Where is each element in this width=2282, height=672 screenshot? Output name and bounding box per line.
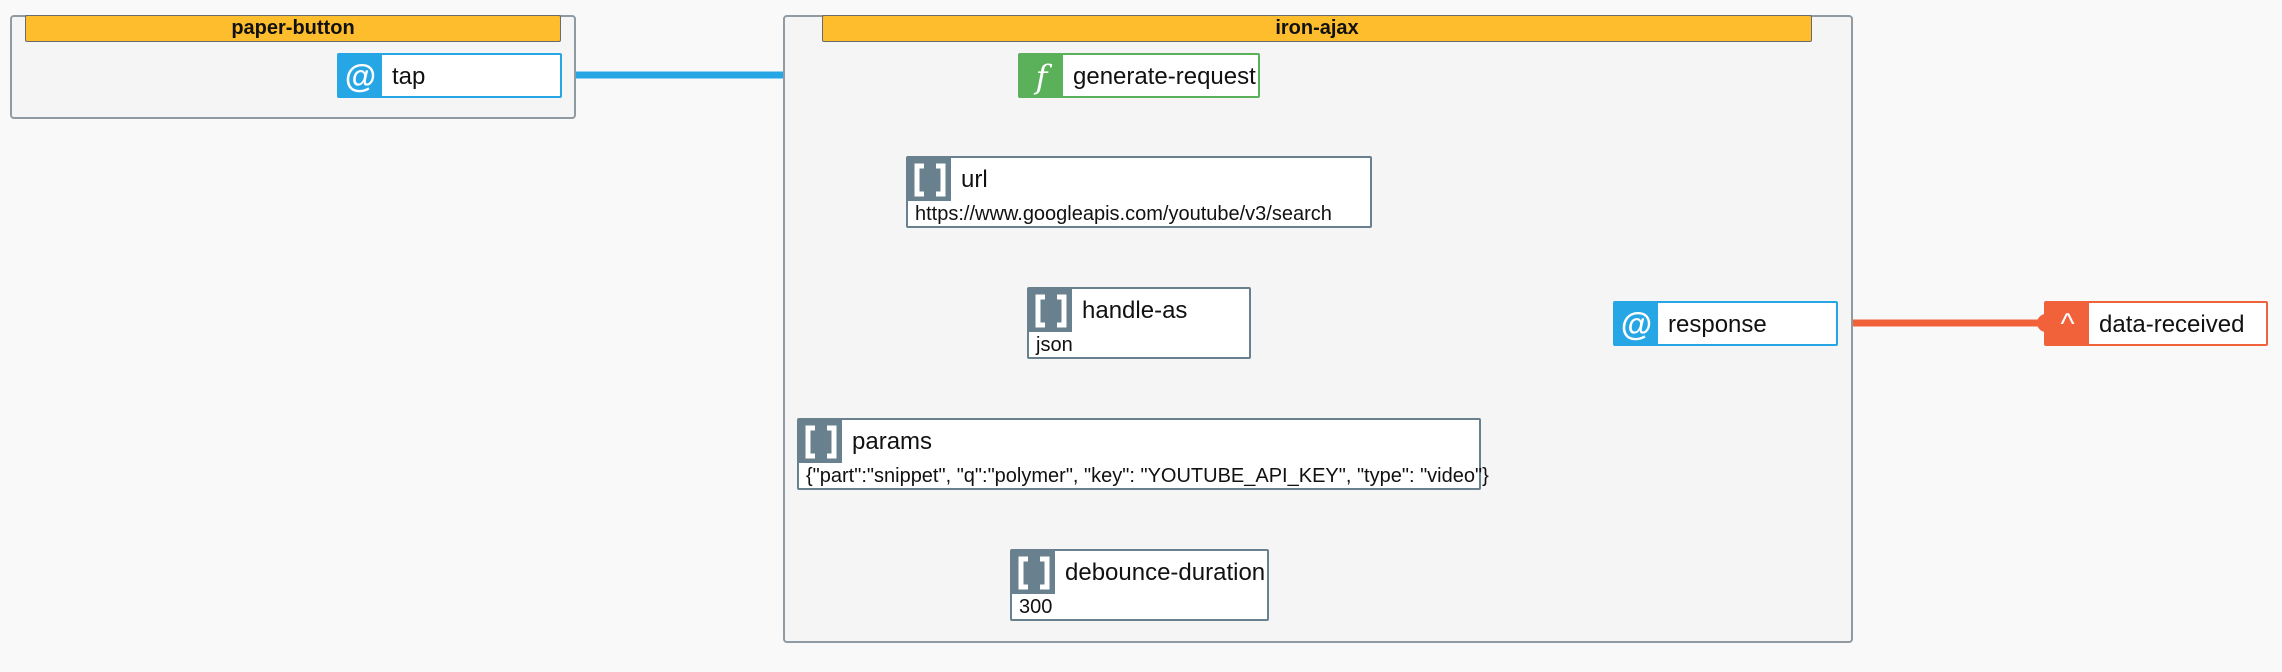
- node-data-received-label: data-received: [2099, 311, 2245, 338]
- node-params[interactable]: params {"part":"snippet", "q":"polymer",…: [797, 418, 1489, 490]
- node-params-label: params: [852, 428, 933, 455]
- node-debounce-duration[interactable]: debounce-duration 300: [1010, 549, 1269, 621]
- node-response-label: response: [1668, 311, 1767, 338]
- node-generate-request[interactable]: f generate-request: [1018, 53, 1260, 98]
- node-url-label: url: [961, 166, 988, 193]
- brackets-icon: [1012, 551, 1055, 594]
- component-title-iron-ajax[interactable]: iron-ajax: [822, 15, 1812, 42]
- brackets-icon: [799, 420, 842, 463]
- node-url[interactable]: url https://www.googleapis.com/youtube/v…: [906, 156, 1372, 228]
- node-generate-request-label: generate-request: [1073, 63, 1256, 90]
- node-tap[interactable]: @ tap: [337, 53, 562, 98]
- node-url-value[interactable]: https://www.googleapis.com/youtube/v3/se…: [915, 201, 1332, 228]
- node-handle-as-value[interactable]: json: [1036, 332, 1073, 359]
- node-data-received[interactable]: ^ data-received: [2044, 301, 2268, 346]
- node-response[interactable]: @ response: [1613, 301, 1838, 346]
- node-handle-as[interactable]: handle-as json: [1027, 287, 1251, 359]
- at-icon: @: [339, 55, 382, 98]
- brackets-icon: [908, 158, 951, 201]
- node-handle-as-label: handle-as: [1082, 297, 1188, 324]
- node-debounce-duration-label: debounce-duration: [1065, 559, 1266, 586]
- node-debounce-duration-value[interactable]: 300: [1019, 594, 1052, 621]
- at-icon: @: [1615, 303, 1658, 346]
- component-title-paper-button[interactable]: paper-button: [25, 15, 561, 42]
- node-params-value[interactable]: {"part":"snippet", "q":"polymer", "key":…: [806, 463, 1489, 490]
- caret-up-icon: ^: [2046, 303, 2089, 346]
- node-tap-label: tap: [392, 63, 426, 90]
- function-icon: f: [1020, 55, 1063, 98]
- brackets-icon: [1029, 289, 1072, 332]
